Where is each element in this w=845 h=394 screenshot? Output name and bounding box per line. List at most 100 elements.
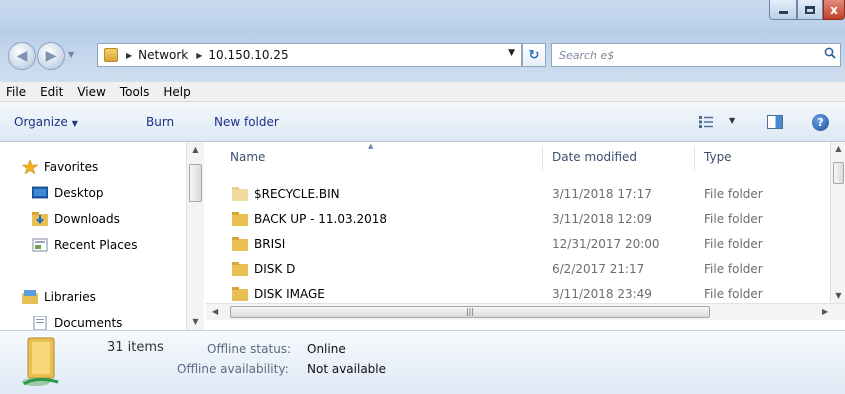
minimize-icon bbox=[778, 11, 788, 14]
burn-button[interactable]: Burn bbox=[146, 115, 174, 129]
search-icon[interactable] bbox=[824, 47, 836, 59]
column-divider[interactable] bbox=[694, 146, 695, 170]
file-row[interactable]: DISK D 6/2/2017 21:17 File folder bbox=[206, 259, 832, 281]
chevron-down-icon: ▼ bbox=[71, 118, 78, 128]
star-icon bbox=[22, 160, 38, 174]
column-header-type[interactable]: Type bbox=[704, 150, 732, 164]
folder-icon bbox=[232, 262, 248, 276]
close-button[interactable]: x bbox=[823, 0, 845, 20]
folder-icon bbox=[232, 187, 248, 201]
nav-desktop[interactable]: Desktop bbox=[32, 186, 104, 200]
folder-icon bbox=[232, 237, 248, 251]
forward-button[interactable]: ▶ bbox=[37, 42, 65, 70]
scroll-left-icon[interactable]: ◀ bbox=[212, 304, 218, 320]
minimize-button[interactable] bbox=[769, 0, 797, 20]
offline-status-label: Offline status: bbox=[207, 342, 292, 356]
menu-edit[interactable]: Edit bbox=[40, 85, 63, 99]
sort-ascending-icon: ▲ bbox=[368, 142, 374, 150]
nav-documents[interactable]: Documents bbox=[32, 316, 122, 330]
file-type: File folder bbox=[704, 212, 763, 226]
new-folder-button[interactable]: New folder bbox=[214, 115, 279, 129]
offline-status-value: Online bbox=[307, 342, 346, 356]
navigation-pane: Favorites Desktop Downloads Recent Place… bbox=[0, 142, 204, 330]
file-row[interactable]: BRISI 12/31/2017 20:00 File folder bbox=[206, 234, 832, 256]
scroll-right-icon[interactable]: ▶ bbox=[822, 304, 828, 320]
nav-libraries-label: Libraries bbox=[44, 290, 96, 304]
file-list-vertical-scrollbar[interactable]: ▲ ▼ bbox=[830, 142, 845, 303]
network-icon bbox=[104, 48, 118, 62]
file-date: 12/31/2017 20:00 bbox=[552, 237, 660, 251]
column-divider[interactable] bbox=[542, 146, 543, 170]
recent-pages-dropdown[interactable]: ▼ bbox=[68, 50, 74, 59]
desktop-icon bbox=[32, 186, 48, 199]
scroll-up-icon[interactable]: ▲ bbox=[187, 142, 204, 158]
nav-recent-places[interactable]: Recent Places bbox=[32, 238, 137, 252]
offline-availability-label: Offline availability: bbox=[177, 362, 289, 376]
file-row[interactable]: BACK UP - 11.03.2018 3/11/2018 12:09 Fil… bbox=[206, 209, 832, 231]
folder-icon bbox=[232, 287, 248, 301]
back-button[interactable]: ◀ bbox=[8, 42, 36, 70]
scrollbar-thumb[interactable]: ||| bbox=[230, 306, 710, 318]
menu-bar: File Edit View Tools Help bbox=[0, 82, 845, 102]
file-date: 3/11/2018 17:17 bbox=[552, 187, 652, 201]
scroll-down-icon[interactable]: ▼ bbox=[187, 314, 204, 330]
search-input[interactable] bbox=[559, 48, 809, 62]
nav-downloads-label: Downloads bbox=[54, 212, 120, 226]
navigation-scrollbar[interactable]: ▲ ▼ bbox=[186, 142, 204, 330]
maximize-icon bbox=[805, 5, 815, 14]
details-pane: 31 items Offline status: Online Offline … bbox=[0, 330, 845, 394]
breadcrumb-separator-icon[interactable]: ▶ bbox=[196, 51, 202, 60]
refresh-button[interactable]: ↻ bbox=[522, 43, 546, 67]
file-date: 6/2/2017 21:17 bbox=[552, 262, 645, 276]
nav-favorites[interactable]: Favorites bbox=[22, 160, 98, 174]
scroll-down-icon[interactable]: ▼ bbox=[831, 289, 845, 303]
column-header-date-modified[interactable]: Date modified bbox=[552, 150, 637, 164]
refresh-icon: ↻ bbox=[528, 47, 540, 63]
address-dropdown-icon[interactable]: ▼ bbox=[508, 48, 515, 58]
title-bar: x bbox=[0, 0, 845, 32]
scroll-up-icon[interactable]: ▲ bbox=[831, 142, 845, 156]
libraries-icon bbox=[22, 290, 38, 304]
file-row[interactable]: $RECYCLE.BIN 3/11/2018 17:17 File folder bbox=[206, 184, 832, 206]
menu-view[interactable]: View bbox=[77, 85, 105, 99]
address-bar[interactable]: ▶ Network ▶ 10.150.10.25 ▼ bbox=[97, 43, 522, 67]
search-box[interactable] bbox=[551, 43, 841, 67]
breadcrumb-host[interactable]: 10.150.10.25 bbox=[208, 48, 288, 62]
maximize-button[interactable] bbox=[797, 0, 823, 20]
downloads-folder-icon bbox=[32, 212, 48, 226]
offline-availability-value: Not available bbox=[307, 362, 387, 376]
nav-favorites-label: Favorites bbox=[44, 160, 99, 174]
organize-label: Organize bbox=[14, 114, 68, 129]
scrollbar-thumb[interactable] bbox=[189, 164, 202, 202]
file-list-horizontal-scrollbar[interactable]: ◀ ||| ▶ bbox=[206, 303, 845, 320]
help-icon[interactable]: ? bbox=[812, 114, 829, 131]
scrollbar-thumb[interactable] bbox=[833, 162, 844, 184]
menu-tools[interactable]: Tools bbox=[120, 85, 150, 99]
change-view-icon[interactable] bbox=[699, 116, 713, 128]
file-date: 3/11/2018 23:49 bbox=[552, 287, 652, 301]
menu-file[interactable]: File bbox=[6, 85, 26, 99]
file-list: ▲ Name Date modified Type $RECYCLE.BIN 3… bbox=[206, 142, 832, 314]
nav-recent-places-label: Recent Places bbox=[54, 238, 138, 252]
documents-icon bbox=[33, 316, 47, 330]
menu-help[interactable]: Help bbox=[163, 85, 190, 99]
preview-pane-icon[interactable] bbox=[767, 115, 783, 129]
nav-libraries[interactable]: Libraries bbox=[22, 290, 96, 304]
nav-desktop-label: Desktop bbox=[54, 186, 104, 200]
recent-places-icon bbox=[32, 238, 48, 252]
column-header-name[interactable]: Name bbox=[230, 150, 265, 164]
file-type: File folder bbox=[704, 237, 763, 251]
folder-icon bbox=[232, 212, 248, 226]
view-options-chevron-down-icon[interactable]: ▼ bbox=[729, 116, 735, 125]
file-name: $RECYCLE.BIN bbox=[254, 187, 340, 201]
offline-folder-icon bbox=[22, 337, 59, 386]
arrow-left-icon: ◀ bbox=[16, 48, 28, 64]
nav-downloads[interactable]: Downloads bbox=[32, 212, 120, 226]
organize-button[interactable]: Organize ▼ bbox=[14, 115, 78, 129]
file-type: File folder bbox=[704, 287, 763, 301]
item-count: 31 items bbox=[107, 340, 164, 355]
breadcrumb-separator-icon[interactable]: ▶ bbox=[126, 51, 132, 60]
nav-documents-label: Documents bbox=[54, 316, 123, 330]
command-bar: Organize ▼ Burn New folder ▼ ? bbox=[0, 102, 845, 142]
breadcrumb-network[interactable]: Network bbox=[138, 48, 188, 62]
